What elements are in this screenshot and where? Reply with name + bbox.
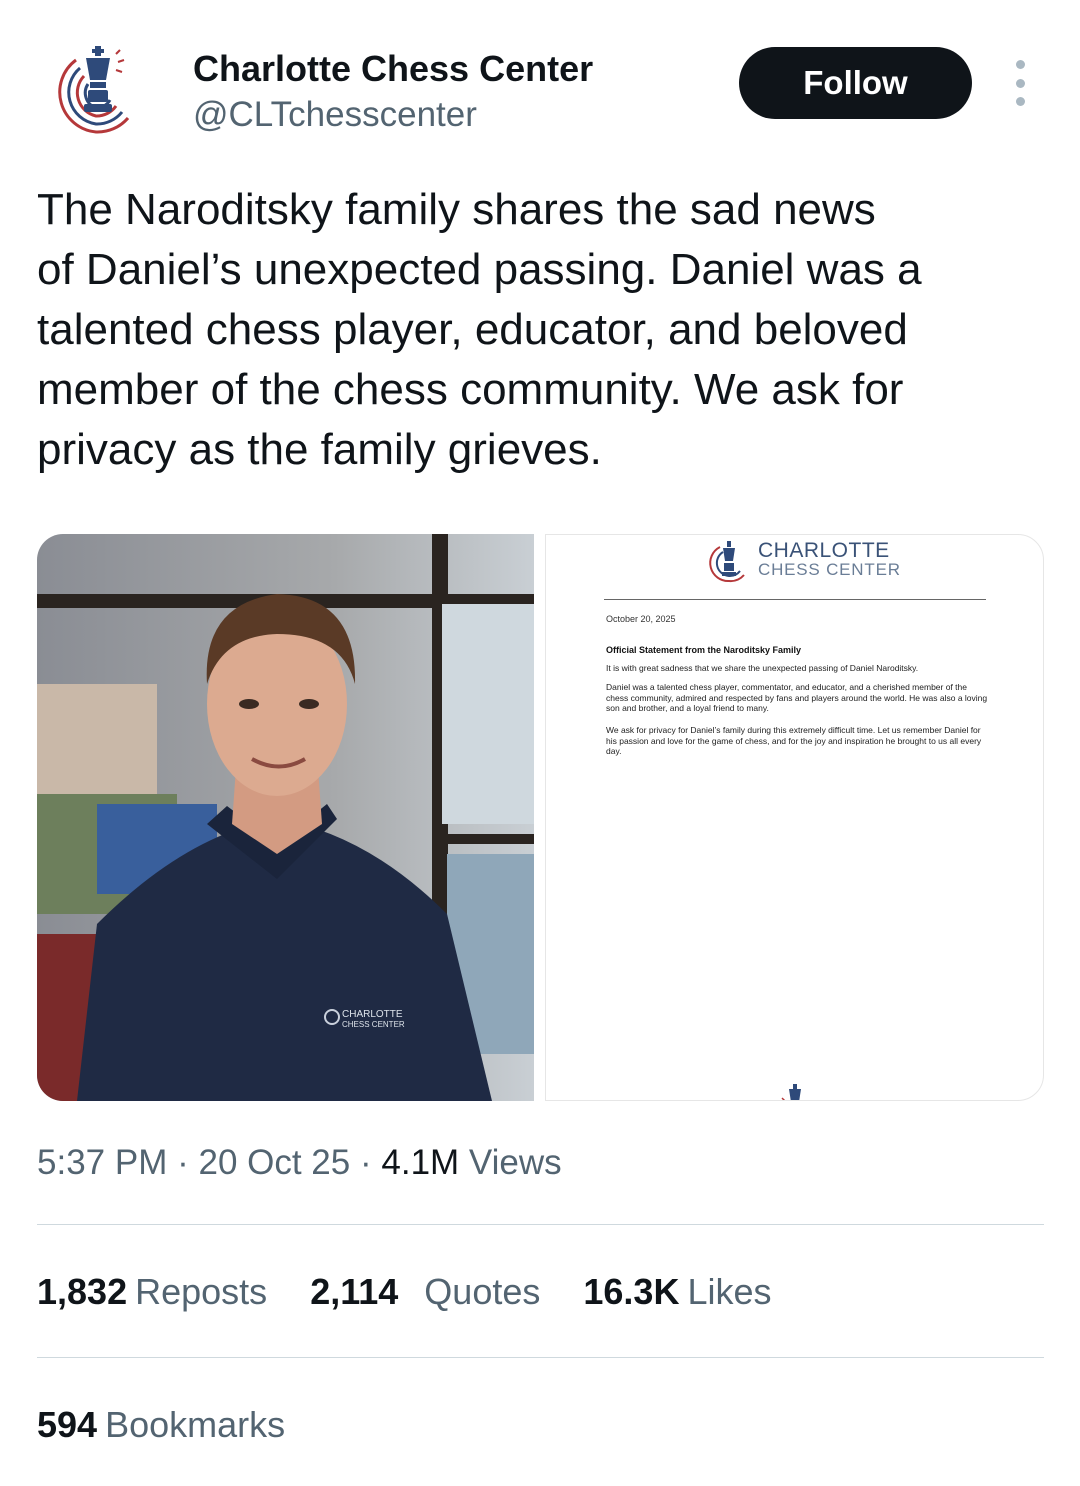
bookmarks-count: 594 (37, 1404, 98, 1445)
portrait-photo: CHARLOTTE CHESS CENTER (37, 534, 534, 1101)
quotes-count: 2,114 (310, 1271, 399, 1312)
doc-heading: Official Statement from the Naroditsky F… (606, 645, 802, 655)
account-handle[interactable]: @CLTchesscenter (193, 95, 477, 135)
tweet-date[interactable]: 20 Oct 25 (198, 1143, 350, 1182)
account-name[interactable]: Charlotte Chess Center (193, 48, 593, 90)
more-dot (1015, 97, 1025, 106)
tweet-meta: 5:37 PM · 20 Oct 25 · 4.1M Views (37, 1143, 562, 1183)
doc-footer-logo-icon (781, 1084, 801, 1100)
bookmarks-stat[interactable]: 594 Bookmarks (37, 1404, 285, 1446)
divider (37, 1224, 1044, 1225)
doc-date: October 20, 2025 (606, 614, 676, 624)
media-document[interactable]: CHARLOTTE CHESS CENTER October 20, 2025 … (545, 534, 1044, 1101)
likes-label: Likes (687, 1271, 772, 1312)
doc-brand-line2: CHESS CENTER (758, 560, 901, 579)
divider (37, 1357, 1044, 1358)
tweet-text-line: of Daniel’s unexpected passing. Daniel w… (37, 245, 922, 294)
meta-separator: · (177, 1143, 189, 1182)
doc-divider (604, 599, 986, 600)
likes-count: 16.3K (583, 1271, 680, 1312)
tweet-text-line: talented chess player, educator, and bel… (37, 305, 908, 354)
engagement-stats: 1,832 Reposts 2,114 Quotes 16.3K Likes (37, 1271, 805, 1313)
quotes-label: Quotes (424, 1271, 541, 1312)
tweet-text-line: The Naroditsky family shares the sad new… (37, 185, 876, 234)
more-vertical-icon[interactable] (1005, 60, 1035, 106)
reposts-count: 1,832 (37, 1271, 128, 1312)
meta-separator: · (359, 1143, 372, 1182)
chess-king-logo-icon (58, 46, 130, 134)
quotes-stat[interactable]: 2,114 Quotes (310, 1271, 540, 1313)
views-label: Views (468, 1143, 562, 1182)
bookmarks-label: Bookmarks (105, 1404, 286, 1445)
tweet-time[interactable]: 5:37 PM (37, 1143, 167, 1182)
reposts-stat[interactable]: 1,832 Reposts (37, 1271, 267, 1313)
account-avatar[interactable] (46, 40, 146, 140)
doc-paragraph: Daniel was a talented chess player, comm… (606, 682, 988, 713)
follow-button[interactable]: Follow (739, 47, 972, 119)
tweet-text-line: privacy as the family grieves. (37, 425, 602, 474)
likes-stat[interactable]: 16.3K Likes (583, 1271, 771, 1313)
doc-paragraph: It is with great sadness that we share t… (606, 663, 919, 673)
doc-paragraph: We ask for privacy for Daniel’s family d… (606, 725, 982, 756)
views-count[interactable]: 4.1M (381, 1143, 459, 1182)
media-photo[interactable]: CHARLOTTE CHESS CENTER (37, 534, 534, 1101)
doc-logo-icon (709, 541, 745, 583)
shirt-logo-line2: CHESS CENTER (342, 1020, 405, 1029)
more-dot (1015, 78, 1025, 88)
shirt-logo-line1: CHARLOTTE (342, 1009, 403, 1020)
more-dot (1015, 60, 1025, 69)
tweet-text: The Naroditsky family shares the sad new… (37, 180, 1047, 480)
tweet-text-line: member of the chess community. We ask fo… (37, 365, 904, 414)
reposts-label: Reposts (135, 1271, 268, 1312)
